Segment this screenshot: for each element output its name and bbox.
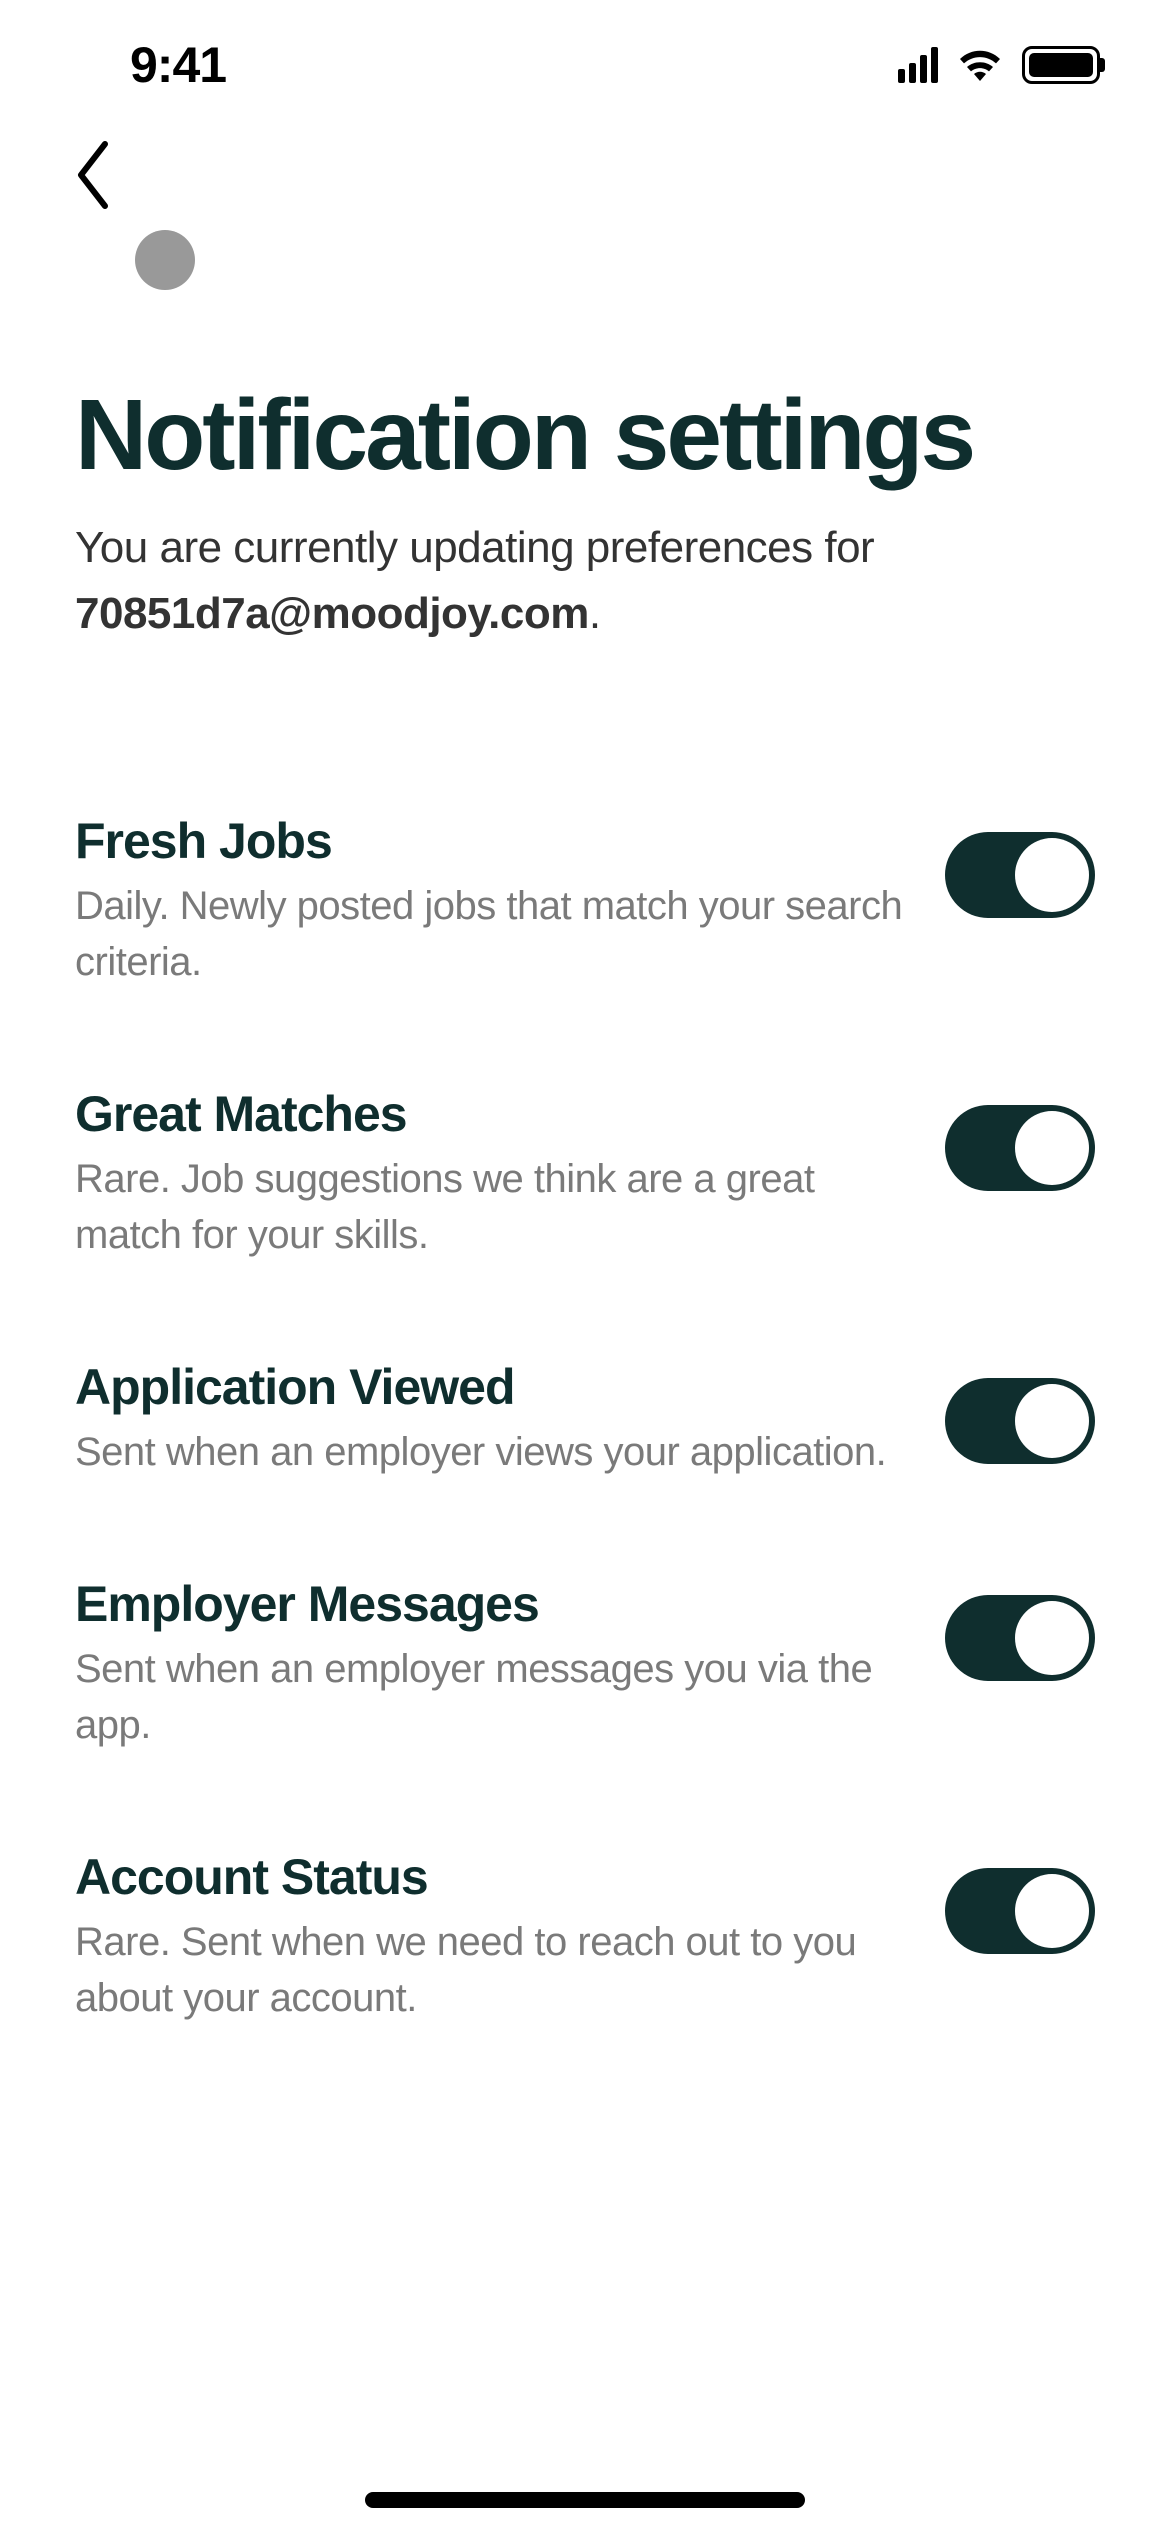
setting-text: Fresh Jobs Daily. Newly posted jobs that… — [75, 812, 945, 990]
status-time: 9:41 — [130, 36, 226, 94]
subtitle-prefix: You are currently updating preferences f… — [75, 523, 874, 572]
setting-title: Application Viewed — [75, 1358, 905, 1416]
subtitle-suffix: . — [589, 589, 601, 638]
toggle-knob — [1015, 1111, 1089, 1185]
setting-row-great-matches: Great Matches Rare. Job suggestions we t… — [75, 1085, 1095, 1263]
cellular-signal-icon — [898, 47, 938, 83]
setting-title: Account Status — [75, 1848, 905, 1906]
toggle-knob — [1015, 1384, 1089, 1458]
setting-description: Daily. Newly posted jobs that match your… — [75, 878, 905, 990]
settings-list: Fresh Jobs Daily. Newly posted jobs that… — [0, 647, 1170, 2026]
setting-row-employer-messages: Employer Messages Sent when an employer … — [75, 1575, 1095, 1753]
toggle-account-status[interactable] — [945, 1868, 1095, 1954]
nav-back-container — [0, 100, 1170, 290]
setting-text: Application Viewed Sent when an employer… — [75, 1358, 945, 1480]
back-button[interactable] — [75, 140, 115, 210]
status-indicators — [898, 45, 1100, 86]
wifi-icon — [956, 45, 1004, 86]
toggle-application-viewed[interactable] — [945, 1378, 1095, 1464]
toggle-knob — [1015, 838, 1089, 912]
battery-icon — [1022, 46, 1100, 84]
header: Notification settings You are currently … — [0, 290, 1170, 647]
setting-title: Fresh Jobs — [75, 812, 905, 870]
setting-text: Employer Messages Sent when an employer … — [75, 1575, 945, 1753]
setting-text: Great Matches Rare. Job suggestions we t… — [75, 1085, 945, 1263]
status-bar: 9:41 — [0, 0, 1170, 100]
toggle-employer-messages[interactable] — [945, 1595, 1095, 1681]
home-indicator[interactable] — [365, 2492, 805, 2508]
setting-description: Sent when an employer messages you via t… — [75, 1641, 905, 1753]
setting-description: Rare. Job suggestions we think are a gre… — [75, 1151, 905, 1263]
setting-row-fresh-jobs: Fresh Jobs Daily. Newly posted jobs that… — [75, 812, 1095, 990]
toggle-fresh-jobs[interactable] — [945, 832, 1095, 918]
toggle-great-matches[interactable] — [945, 1105, 1095, 1191]
subtitle: You are currently updating preferences f… — [75, 515, 1095, 647]
setting-row-application-viewed: Application Viewed Sent when an employer… — [75, 1358, 1095, 1480]
setting-text: Account Status Rare. Sent when we need t… — [75, 1848, 945, 2026]
toggle-knob — [1015, 1874, 1089, 1948]
setting-title: Great Matches — [75, 1085, 905, 1143]
setting-title: Employer Messages — [75, 1575, 905, 1633]
avatar-placeholder — [135, 230, 195, 290]
subtitle-email: 70851d7a@moodjoy.com — [75, 589, 589, 638]
setting-description: Sent when an employer views your applica… — [75, 1424, 905, 1480]
toggle-knob — [1015, 1601, 1089, 1675]
setting-row-account-status: Account Status Rare. Sent when we need t… — [75, 1848, 1095, 2026]
page-title: Notification settings — [75, 385, 1095, 485]
setting-description: Rare. Sent when we need to reach out to … — [75, 1914, 905, 2026]
